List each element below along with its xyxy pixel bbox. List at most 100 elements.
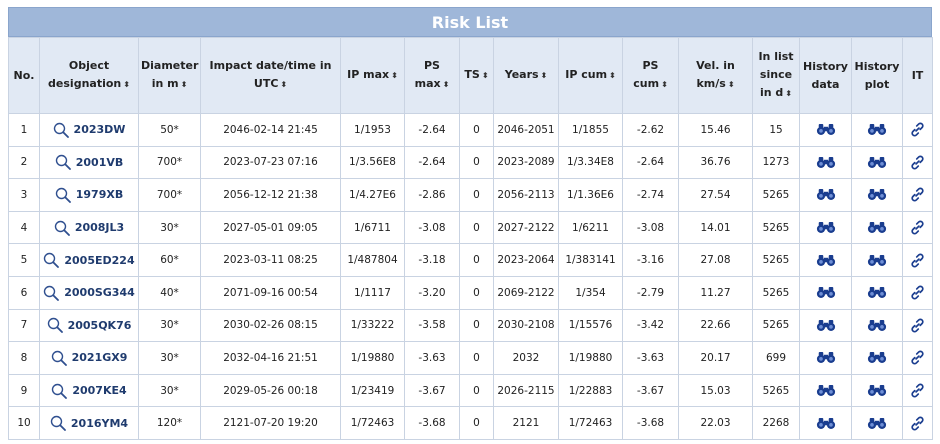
binoculars-icon[interactable] [800, 221, 851, 234]
binoculars-icon[interactable] [852, 254, 902, 267]
magnifier-icon[interactable] [55, 154, 71, 171]
object-designation[interactable]: 2023DW [74, 123, 126, 136]
cell-history-data[interactable] [799, 373, 852, 408]
column-header[interactable]: Vel. in km/s ⬍ [678, 37, 753, 114]
object-link[interactable]: 2007KE4 [51, 383, 127, 399]
cell-it[interactable] [902, 373, 933, 408]
binoculars-icon[interactable] [800, 254, 851, 267]
object-link[interactable]: 2008JL3 [54, 220, 124, 236]
sort-icon[interactable]: ⬍ [123, 80, 130, 89]
cell-history-plot[interactable] [851, 406, 903, 440]
binoculars-icon[interactable] [852, 351, 902, 364]
object-link[interactable]: 2005QK76 [47, 317, 131, 334]
cell-history-plot[interactable] [851, 308, 903, 343]
cell-history-data[interactable] [799, 178, 852, 212]
cell-history-plot[interactable] [851, 275, 903, 310]
object-link[interactable]: 2001VB [55, 154, 124, 171]
cell-it[interactable] [902, 145, 933, 180]
sort-icon[interactable]: ⬍ [280, 80, 287, 89]
cell-history-data[interactable] [799, 145, 852, 180]
binoculars-icon[interactable] [852, 319, 902, 332]
cell-history-plot[interactable] [851, 210, 903, 245]
sort-icon[interactable]: ⬍ [482, 71, 489, 80]
column-header[interactable]: IP max ⬍ [340, 37, 405, 114]
sort-icon[interactable]: ⬍ [541, 71, 548, 80]
binoculars-icon[interactable] [800, 286, 851, 299]
magnifier-icon[interactable] [54, 220, 70, 236]
cell-history-data[interactable] [799, 210, 852, 245]
binoculars-icon[interactable] [800, 188, 851, 201]
magnifier-icon[interactable] [53, 122, 69, 138]
sort-icon[interactable]: ⬍ [443, 80, 450, 89]
object-designation[interactable]: 2016YM4 [71, 417, 128, 430]
column-header[interactable]: PS max ⬍ [404, 37, 460, 114]
magnifier-icon[interactable] [55, 187, 71, 203]
object-link[interactable]: 2005ED224 [43, 252, 135, 269]
object-link[interactable]: 2016YM4 [50, 415, 128, 432]
binoculars-icon[interactable] [852, 188, 902, 201]
link-icon[interactable] [903, 187, 932, 202]
sort-icon[interactable]: ⬍ [391, 71, 398, 80]
column-header[interactable]: TS ⬍ [459, 37, 494, 114]
object-designation[interactable]: 2007KE4 [72, 384, 126, 397]
sort-icon[interactable]: ⬍ [661, 80, 668, 89]
cell-it[interactable] [902, 210, 933, 245]
cell-history-plot[interactable] [851, 113, 903, 147]
object-designation[interactable]: 2001VB [76, 156, 124, 169]
cell-history-data[interactable] [799, 406, 852, 440]
binoculars-icon[interactable] [800, 384, 851, 397]
link-icon[interactable] [903, 350, 932, 365]
object-link[interactable]: 2000SG344 [43, 285, 135, 301]
magnifier-icon[interactable] [50, 415, 66, 432]
link-icon[interactable] [903, 318, 932, 333]
binoculars-icon[interactable] [852, 286, 902, 299]
sort-icon[interactable]: ⬍ [785, 89, 792, 98]
binoculars-icon[interactable] [852, 417, 902, 430]
cell-it[interactable] [902, 178, 933, 212]
sort-icon[interactable]: ⬍ [609, 71, 616, 80]
binoculars-icon[interactable] [852, 123, 902, 136]
cell-history-data[interactable] [799, 275, 852, 310]
cell-history-data[interactable] [799, 341, 852, 375]
object-link[interactable]: 2023DW [53, 122, 126, 138]
magnifier-icon[interactable] [51, 383, 68, 399]
column-header[interactable]: IP cum ⬍ [558, 37, 623, 114]
binoculars-icon[interactable] [800, 156, 851, 169]
object-link[interactable]: 2021GX9 [51, 350, 128, 366]
binoculars-icon[interactable] [800, 123, 851, 136]
link-icon[interactable] [903, 383, 932, 398]
binoculars-icon[interactable] [800, 319, 851, 332]
sort-icon[interactable]: ⬍ [728, 80, 735, 89]
link-icon[interactable] [903, 220, 932, 235]
link-icon[interactable] [903, 155, 932, 170]
column-header[interactable]: Diameter in m ⬍ [138, 37, 201, 114]
link-icon[interactable] [903, 285, 932, 300]
column-header[interactable]: PS cum ⬍ [622, 37, 679, 114]
object-designation[interactable]: 1979XB [76, 188, 123, 201]
column-header[interactable]: Impact date/time in UTC ⬍ [200, 37, 341, 114]
object-designation[interactable]: 2000SG344 [64, 286, 135, 299]
link-icon[interactable] [903, 416, 932, 431]
link-icon[interactable] [903, 122, 932, 137]
link-icon[interactable] [903, 253, 932, 268]
object-designation[interactable]: 2021GX9 [72, 351, 128, 364]
cell-it[interactable] [902, 113, 933, 147]
sort-icon[interactable]: ⬍ [181, 80, 188, 89]
cell-history-data[interactable] [799, 113, 852, 147]
cell-history-plot[interactable] [851, 178, 903, 212]
object-link[interactable]: 1979XB [55, 187, 123, 203]
magnifier-icon[interactable] [43, 252, 60, 269]
column-header[interactable]: Years ⬍ [493, 37, 559, 114]
binoculars-icon[interactable] [852, 156, 902, 169]
column-header[interactable]: In list since in d ⬍ [752, 37, 800, 114]
cell-history-data[interactable] [799, 308, 852, 343]
cell-it[interactable] [902, 308, 933, 343]
cell-it[interactable] [902, 406, 933, 440]
cell-history-plot[interactable] [851, 145, 903, 180]
cell-history-plot[interactable] [851, 341, 903, 375]
magnifier-icon[interactable] [51, 350, 67, 366]
cell-history-plot[interactable] [851, 373, 903, 408]
cell-it[interactable] [902, 341, 933, 375]
cell-it[interactable] [902, 243, 933, 277]
object-designation[interactable]: 2008JL3 [75, 221, 124, 234]
